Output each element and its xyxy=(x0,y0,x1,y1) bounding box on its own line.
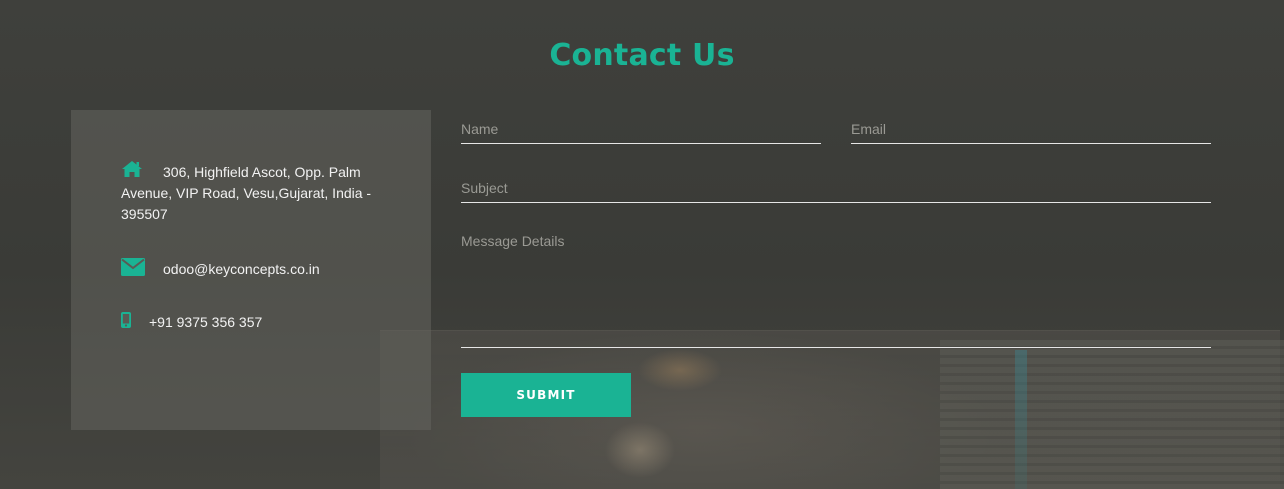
home-icon xyxy=(121,160,143,178)
subject-field-wrapper xyxy=(461,174,1211,203)
submit-button[interactable]: SUBMIT xyxy=(461,373,631,417)
background-ribbon xyxy=(1015,350,1027,489)
phone-row: +91 9375 356 357 xyxy=(121,312,391,333)
name-input[interactable] xyxy=(461,115,821,143)
email-input[interactable] xyxy=(851,115,1211,143)
message-field-wrapper xyxy=(461,233,1211,348)
message-textarea[interactable] xyxy=(461,233,1211,347)
mobile-phone-icon xyxy=(121,312,131,329)
email-row: odoo@keyconcepts.co.in xyxy=(121,258,391,280)
email-field-wrapper xyxy=(851,115,1211,144)
name-field-wrapper xyxy=(461,115,821,144)
address-text: 306, Highfield Ascot, Opp. Palm Avenue, … xyxy=(121,164,372,222)
contact-info-panel: 306, Highfield Ascot, Opp. Palm Avenue, … xyxy=(71,110,431,430)
phone-text: +91 9375 356 357 xyxy=(149,314,263,330)
email-link[interactable]: odoo@keyconcepts.co.in xyxy=(163,261,320,277)
address-row: 306, Highfield Ascot, Opp. Palm Avenue, … xyxy=(121,160,391,225)
background-book-stack xyxy=(940,340,1284,489)
page-title: Contact Us xyxy=(549,38,735,73)
subject-input[interactable] xyxy=(461,174,1211,202)
envelope-icon xyxy=(121,258,145,277)
